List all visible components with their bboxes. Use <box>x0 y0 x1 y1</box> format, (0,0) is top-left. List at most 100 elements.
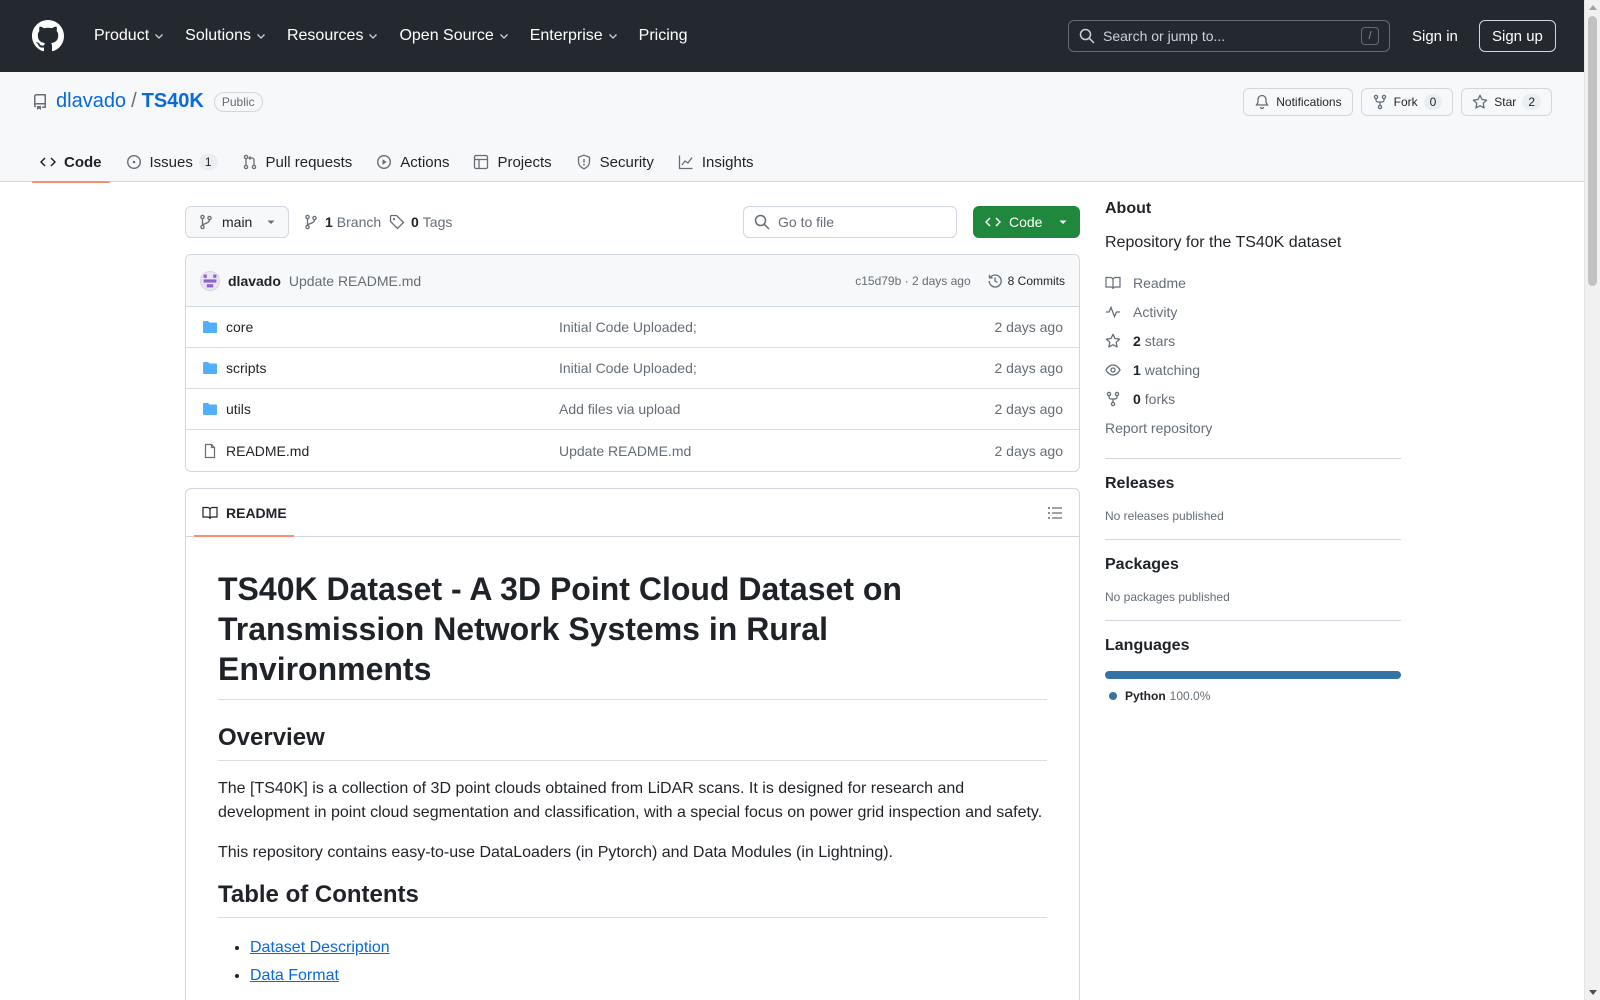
star-button[interactable]: Star 2 <box>1461 88 1552 116</box>
top-nav-product[interactable]: Product <box>86 20 173 52</box>
divider <box>1105 539 1401 540</box>
stars-label: stars <box>1144 332 1176 349</box>
sign-up-button[interactable]: Sign up <box>1479 20 1556 52</box>
code-icon <box>985 217 1001 227</box>
language-color-dot <box>1109 692 1117 700</box>
tab-projects[interactable]: Projects <box>465 142 559 182</box>
global-header: Product Solutions Resources Open Source … <box>0 0 1584 72</box>
file-commit-message[interactable]: Initial Code Uploaded; <box>559 360 697 376</box>
watching-link[interactable]: 1 watching <box>1105 355 1401 384</box>
tab-code[interactable]: Code <box>32 142 110 183</box>
chevron-down-icon <box>155 34 164 39</box>
table-icon <box>474 154 489 170</box>
top-nav-open-source[interactable]: Open Source <box>391 20 517 52</box>
toc-link-data-format[interactable]: Data Format <box>250 967 339 984</box>
activity-link[interactable]: Activity <box>1105 297 1401 326</box>
list-item: Data Format <box>250 962 1047 990</box>
list-unordered-icon[interactable] <box>1047 505 1063 521</box>
file-commit-message[interactable]: Initial Code Uploaded; <box>559 319 697 335</box>
tab-issues[interactable]: Issues 1 <box>118 142 226 182</box>
stars-link[interactable]: 2 stars <box>1105 326 1401 355</box>
top-nav-enterprise[interactable]: Enterprise <box>522 20 627 52</box>
commit-message-link[interactable]: Update README.md <box>289 273 421 289</box>
file-row[interactable]: README.md Update README.md 2 days ago <box>186 430 1079 471</box>
scroll-thumb[interactable] <box>1588 16 1597 286</box>
top-nav-solutions[interactable]: Solutions <box>177 20 275 52</box>
watching-count: 1 <box>1133 361 1141 378</box>
readme-tab-underline <box>194 535 294 537</box>
chevron-down-icon <box>369 34 378 39</box>
toc-heading: Table of Contents <box>218 881 1047 918</box>
readme-link-label: Readme <box>1133 274 1186 291</box>
file-commit-message[interactable]: Update README.md <box>559 443 691 459</box>
star-icon <box>1473 94 1488 109</box>
fork-button[interactable]: Fork 0 <box>1360 88 1454 116</box>
forks-label: forks <box>1144 390 1176 407</box>
repo-separator: / <box>131 90 137 112</box>
global-search-input[interactable]: Search or jump to... / <box>1068 20 1390 52</box>
history-icon <box>988 273 1002 288</box>
file-icon <box>204 443 216 458</box>
file-name-link[interactable]: README.md <box>226 443 559 459</box>
language-bar <box>1105 671 1401 679</box>
branch-name: main <box>222 214 253 230</box>
avatar[interactable] <box>200 270 220 291</box>
go-to-file-input[interactable]: Go to file <box>743 206 957 238</box>
top-nav-resources[interactable]: Resources <box>279 20 387 52</box>
caret-down-icon <box>267 220 275 224</box>
branch-selector[interactable]: main <box>185 206 290 238</box>
page-scrollbar[interactable] <box>1584 0 1600 1000</box>
shield-icon <box>577 154 590 170</box>
chevron-down-icon <box>257 34 265 39</box>
notifications-button[interactable]: Notifications <box>1243 88 1353 116</box>
repo-actions: Notifications Fork 0 Star 2 <box>1243 88 1552 116</box>
readme-tab-label: README <box>226 504 287 521</box>
file-row[interactable]: core Initial Code Uploaded; 2 days ago <box>186 307 1079 348</box>
readme-header: README <box>186 489 1079 537</box>
readme-title: TS40K Dataset - A 3D Point Cloud Dataset… <box>218 569 1047 700</box>
repo-name-link[interactable]: TS40K <box>142 90 204 113</box>
folder-icon <box>203 321 217 333</box>
commit-author-link[interactable]: dlavado <box>228 273 281 289</box>
code-download-button[interactable]: Code <box>973 206 1080 238</box>
file-commit-message[interactable]: Add files via upload <box>559 401 680 417</box>
repo-header: dlavado / TS40K Public Notifications For… <box>0 72 1584 183</box>
branch-count: 1 <box>325 214 333 230</box>
scroll-up-arrow-icon[interactable] <box>1589 5 1597 10</box>
tab-actions[interactable]: Actions <box>368 142 457 182</box>
tags-link[interactable]: 0 Tags <box>389 206 452 238</box>
scroll-down-arrow-icon[interactable] <box>1589 990 1597 995</box>
top-nav-pricing[interactable]: Pricing <box>631 20 696 52</box>
file-name-link[interactable]: utils <box>226 401 559 417</box>
packages-heading[interactable]: Packages <box>1105 556 1401 574</box>
tag-icon <box>389 214 405 230</box>
report-repository-link[interactable]: Report repository <box>1105 413 1401 442</box>
toc-link-dataset-description[interactable]: Dataset Description <box>250 939 390 956</box>
forks-link[interactable]: 0 forks <box>1105 384 1401 413</box>
readme-link[interactable]: Readme <box>1105 268 1401 297</box>
releases-heading[interactable]: Releases <box>1105 475 1401 493</box>
file-row[interactable]: utils Add files via upload 2 days ago <box>186 389 1079 430</box>
language-item[interactable]: Python 100.0% <box>1105 689 1401 703</box>
readme-tab[interactable]: README <box>202 489 287 537</box>
tab-pull-requests[interactable]: Pull requests <box>234 142 361 182</box>
file-date: 2 days ago <box>994 319 1064 335</box>
tag-count: 0 <box>411 214 419 230</box>
search-icon <box>754 214 770 230</box>
file-toolbar: main 1 Branch 0 Tags Go to file Code <box>185 206 1080 238</box>
packages-empty: No packages published <box>1105 590 1230 604</box>
repo-owner-link[interactable]: dlavado <box>56 90 126 113</box>
fork-count: 0 <box>1423 94 1443 110</box>
sign-in-link[interactable]: Sign in <box>1406 20 1464 52</box>
branches-link[interactable]: 1 Branch <box>303 206 381 238</box>
readme-panel: README TS40K Dataset - A 3D Point Cloud … <box>185 488 1080 1000</box>
file-name-link[interactable]: core <box>226 319 559 335</box>
tab-security[interactable]: Security <box>568 142 662 182</box>
commit-hash[interactable]: c15d79b · 2 days ago <box>855 274 970 288</box>
commits-history-link[interactable]: 8 Commits <box>987 273 1065 289</box>
file-name-link[interactable]: scripts <box>226 360 559 376</box>
tab-insights[interactable]: Insights <box>670 142 762 182</box>
file-row[interactable]: scripts Initial Code Uploaded; 2 days ag… <box>186 348 1079 389</box>
repo-tabs: Code Issues 1 Pull requests Actions Proj… <box>32 142 770 183</box>
github-logo-icon[interactable] <box>32 20 64 52</box>
